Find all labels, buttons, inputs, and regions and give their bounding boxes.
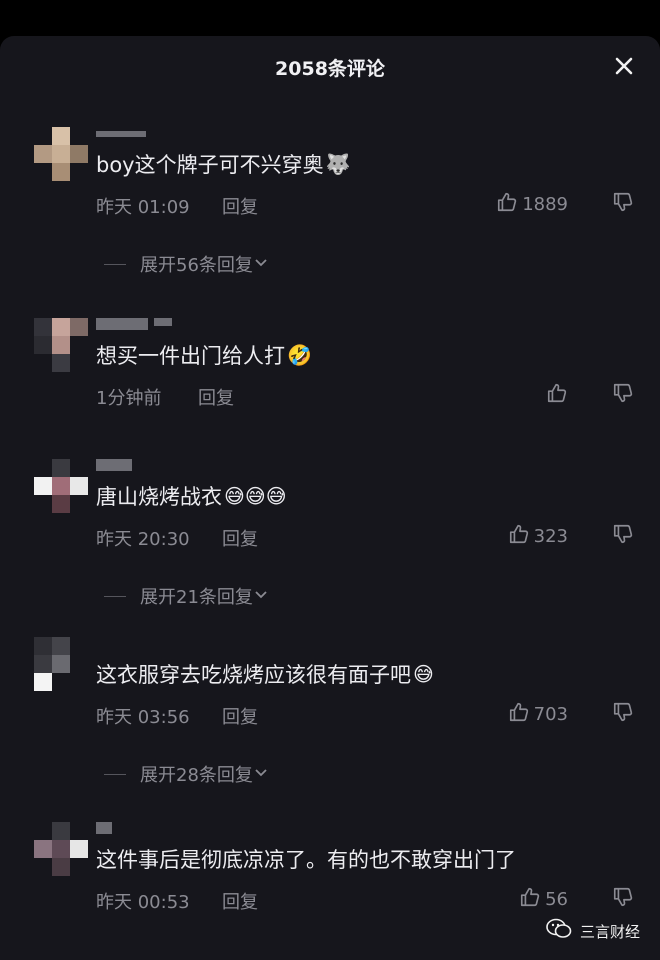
comment-text: boy这个牌子可不兴穿奥 🐺 bbox=[96, 152, 351, 177]
thumbs-up-icon bbox=[496, 191, 518, 218]
thumbs-down-icon[interactable] bbox=[612, 191, 634, 217]
reply-button[interactable]: 回复 bbox=[222, 703, 258, 729]
sweat-smile-emoji: 😅😅😅 bbox=[224, 484, 287, 508]
comment-text: 这件事后是彻底凉凉了。有的也不敢穿出门了 bbox=[96, 848, 516, 872]
thumbs-up-icon bbox=[508, 701, 530, 728]
wechat-watermark: 三言财经 bbox=[546, 918, 640, 944]
thumbs-down-icon[interactable] bbox=[612, 886, 634, 912]
like-count: 323 bbox=[533, 526, 568, 547]
comment-text: 唐山烧烤战衣 😅😅😅 bbox=[96, 484, 287, 509]
chevron-down-icon bbox=[253, 764, 269, 785]
avatar[interactable] bbox=[34, 822, 88, 876]
like-button[interactable]: 703 bbox=[508, 701, 568, 728]
username-blurred bbox=[96, 822, 112, 834]
close-icon[interactable] bbox=[610, 52, 638, 80]
avatar[interactable] bbox=[34, 318, 88, 372]
like-count: 703 bbox=[533, 704, 568, 725]
like-button[interactable]: 1889 bbox=[496, 191, 568, 218]
reply-button[interactable]: 回复 bbox=[222, 525, 258, 551]
comment-time: 昨天 03:56 bbox=[96, 707, 190, 728]
comment-time: 1分钟前 bbox=[96, 388, 162, 409]
thumbs-up-icon bbox=[508, 523, 530, 550]
expand-replies-button[interactable]: 展开28条回复 bbox=[104, 761, 269, 787]
username-blurred bbox=[96, 127, 146, 139]
comment-time: 昨天 00:53 bbox=[96, 892, 190, 913]
wolf-emoji: 🐺 bbox=[325, 152, 351, 176]
username-blurred bbox=[96, 318, 172, 330]
reply-button[interactable]: 回复 bbox=[222, 193, 258, 219]
like-count: 56 bbox=[545, 889, 568, 910]
divider-dash bbox=[104, 595, 126, 597]
thumbs-down-icon[interactable] bbox=[612, 523, 634, 549]
chevron-down-icon bbox=[253, 586, 269, 607]
avatar[interactable] bbox=[34, 127, 88, 181]
divider-dash bbox=[104, 773, 126, 775]
reply-button[interactable]: 回复 bbox=[222, 888, 258, 914]
divider-dash bbox=[104, 263, 126, 265]
like-button[interactable]: 56 bbox=[519, 886, 568, 913]
thumbs-down-icon[interactable] bbox=[612, 701, 634, 727]
thumbs-up-icon bbox=[546, 382, 568, 409]
chevron-down-icon bbox=[253, 254, 269, 275]
rofl-emoji: 🤣 bbox=[287, 343, 312, 367]
comments-header: 2058条评论 bbox=[0, 36, 660, 100]
thumbs-down-icon[interactable] bbox=[612, 382, 634, 408]
username-blurred bbox=[96, 459, 132, 471]
comment-text: 想买一件出门给人打 🤣 bbox=[96, 343, 312, 368]
like-button[interactable]: 323 bbox=[508, 523, 568, 550]
comment-count-title: 2058条评论 bbox=[275, 58, 385, 80]
watermark-label: 三言财经 bbox=[579, 922, 640, 941]
comment-text: 这衣服穿去吃烧烤应该很有面子吧 😅 bbox=[96, 662, 434, 687]
expand-replies-button[interactable]: 展开21条回复 bbox=[104, 583, 269, 609]
avatar[interactable] bbox=[34, 459, 88, 513]
comment-time: 昨天 01:09 bbox=[96, 197, 190, 218]
like-count: 1889 bbox=[522, 194, 568, 215]
thumbs-up-icon bbox=[519, 886, 541, 913]
reply-button[interactable]: 回复 bbox=[198, 384, 234, 410]
avatar[interactable] bbox=[34, 637, 88, 691]
expand-replies-button[interactable]: 展开56条回复 bbox=[104, 251, 269, 277]
like-button[interactable] bbox=[546, 382, 568, 409]
comment-time: 昨天 20:30 bbox=[96, 529, 190, 550]
wechat-icon bbox=[546, 918, 572, 944]
sweat-smile-emoji: 😅 bbox=[413, 662, 434, 686]
